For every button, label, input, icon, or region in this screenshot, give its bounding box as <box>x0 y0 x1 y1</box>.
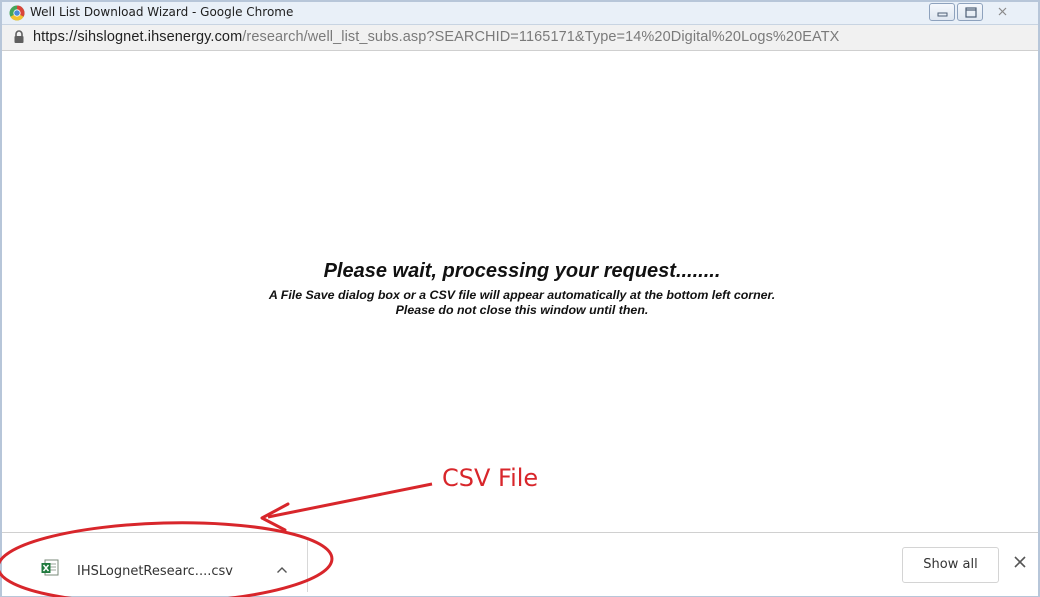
window-title: Well List Download Wizard - Google Chrom… <box>30 5 294 19</box>
download-item[interactable]: IHSLognetResearc....csv <box>22 539 308 592</box>
lock-icon <box>13 30 25 49</box>
url-host: https://sihslognet.ihsenergy.com <box>33 29 243 45</box>
close-window-button[interactable] <box>985 3 1021 21</box>
browser-popup-window: Well List Download Wizard - Google Chrom… <box>0 0 1040 597</box>
csv-file-icon <box>41 559 59 582</box>
download-bar: IHSLognetResearc....csv Show all <box>2 532 1038 596</box>
title-bar: Well List Download Wizard - Google Chrom… <box>2 2 1038 25</box>
processing-line-2: Please do not close this window until th… <box>395 303 649 317</box>
address-bar[interactable]: https://sihslognet.ihsenergy.com/researc… <box>2 25 1038 51</box>
processing-line-1: A File Save dialog box or a CSV file wil… <box>268 288 776 302</box>
processing-heading: Please wait, processing your request....… <box>323 260 721 282</box>
download-file-name: IHSLognetResearc....csv <box>77 564 233 579</box>
chrome-icon <box>9 5 25 21</box>
chevron-up-icon[interactable] <box>275 563 289 581</box>
maximize-button[interactable] <box>957 3 983 21</box>
url-path: /research/well_list_subs.asp?SEARCHID=11… <box>242 29 840 45</box>
annotation-label: CSV File <box>442 464 539 492</box>
close-icon[interactable] <box>1013 555 1027 574</box>
minimize-button[interactable] <box>929 3 955 21</box>
url-text[interactable]: https://sihslognet.ihsenergy.com/researc… <box>33 29 839 45</box>
page-content: Please wait, processing your request....… <box>2 51 1038 515</box>
show-all-button[interactable]: Show all <box>902 547 999 583</box>
